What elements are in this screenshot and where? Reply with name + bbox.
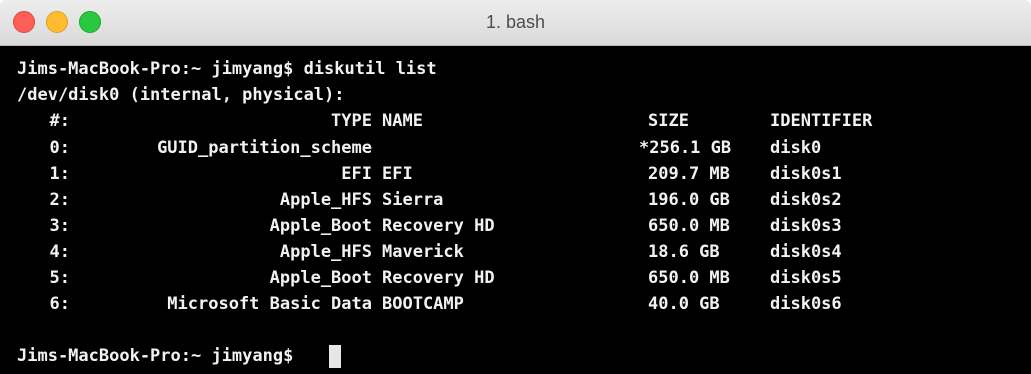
command: diskutil list bbox=[303, 59, 437, 79]
column-header-size: SIZE bbox=[648, 111, 689, 131]
column-header-name: NAME bbox=[382, 111, 423, 131]
command-line: Jims-MacBook-Pro:~ jimyang$ diskutil lis… bbox=[17, 56, 437, 82]
partition-type: Microsoft Basic Data bbox=[167, 294, 372, 314]
column-header-num: #: bbox=[49, 111, 70, 131]
partition-name: Recovery HD bbox=[382, 268, 495, 288]
final-prompt: Jims-MacBook-Pro:~ jimyang$ bbox=[17, 346, 294, 366]
partition-size: *256.1 GB bbox=[639, 138, 732, 158]
partition-num: 6: bbox=[49, 294, 70, 314]
partition-num: 3: bbox=[49, 216, 70, 236]
terminal-window: 1. bash Jims-MacBook-Pro:~ jimyang$ disk… bbox=[0, 0, 1031, 374]
partition-name: Maverick bbox=[382, 242, 464, 262]
terminal-output[interactable]: Jims-MacBook-Pro:~ jimyang$ diskutil lis… bbox=[0, 46, 1031, 374]
partition-type: Apple_HFS bbox=[279, 190, 372, 210]
column-header-identifier: IDENTIFIER bbox=[770, 111, 873, 131]
partition-num: 0: bbox=[49, 138, 70, 158]
partition-type: Apple_Boot bbox=[269, 216, 372, 236]
partition-type: GUID_partition_scheme bbox=[157, 138, 372, 158]
prompt: Jims-MacBook-Pro:~ jimyang$ bbox=[17, 59, 304, 79]
partition-name: Recovery HD bbox=[382, 216, 495, 236]
partition-name: Sierra bbox=[382, 190, 444, 210]
partition-size: 196.0 GB bbox=[648, 190, 730, 210]
partition-identifier: disk0s3 bbox=[770, 216, 842, 236]
partition-identifier: disk0s4 bbox=[770, 242, 842, 262]
column-header-type: TYPE bbox=[331, 111, 372, 131]
partition-size: 209.7 MB bbox=[648, 164, 730, 184]
partition-num: 1: bbox=[49, 164, 70, 184]
partition-name: EFI bbox=[382, 164, 413, 184]
partition-name: BOOTCAMP bbox=[382, 294, 464, 314]
partition-num: 5: bbox=[49, 268, 70, 288]
partition-identifier: disk0s2 bbox=[770, 190, 842, 210]
window-title: 1. bash bbox=[485, 12, 546, 32]
partition-size: 650.0 MB bbox=[648, 216, 730, 236]
partition-identifier: disk0s5 bbox=[770, 268, 842, 288]
partition-type: Apple_Boot bbox=[269, 268, 372, 288]
partition-size: 650.0 MB bbox=[648, 268, 730, 288]
partition-size: 40.0 GB bbox=[648, 294, 720, 314]
partition-identifier: disk0s6 bbox=[770, 294, 842, 314]
disk-header: /dev/disk0 (internal, physical): bbox=[17, 85, 345, 105]
title-bar[interactable]: 1. bash bbox=[0, 0, 1031, 46]
partition-identifier: disk0s1 bbox=[770, 164, 842, 184]
partition-identifier: disk0 bbox=[770, 138, 822, 158]
text-cursor bbox=[329, 345, 341, 368]
partition-type: EFI bbox=[341, 164, 372, 184]
partition-num: 2: bbox=[49, 190, 70, 210]
partition-num: 4: bbox=[49, 242, 70, 262]
partition-type: Apple_HFS bbox=[279, 242, 372, 262]
partition-size: 18.6 GB bbox=[648, 242, 720, 262]
